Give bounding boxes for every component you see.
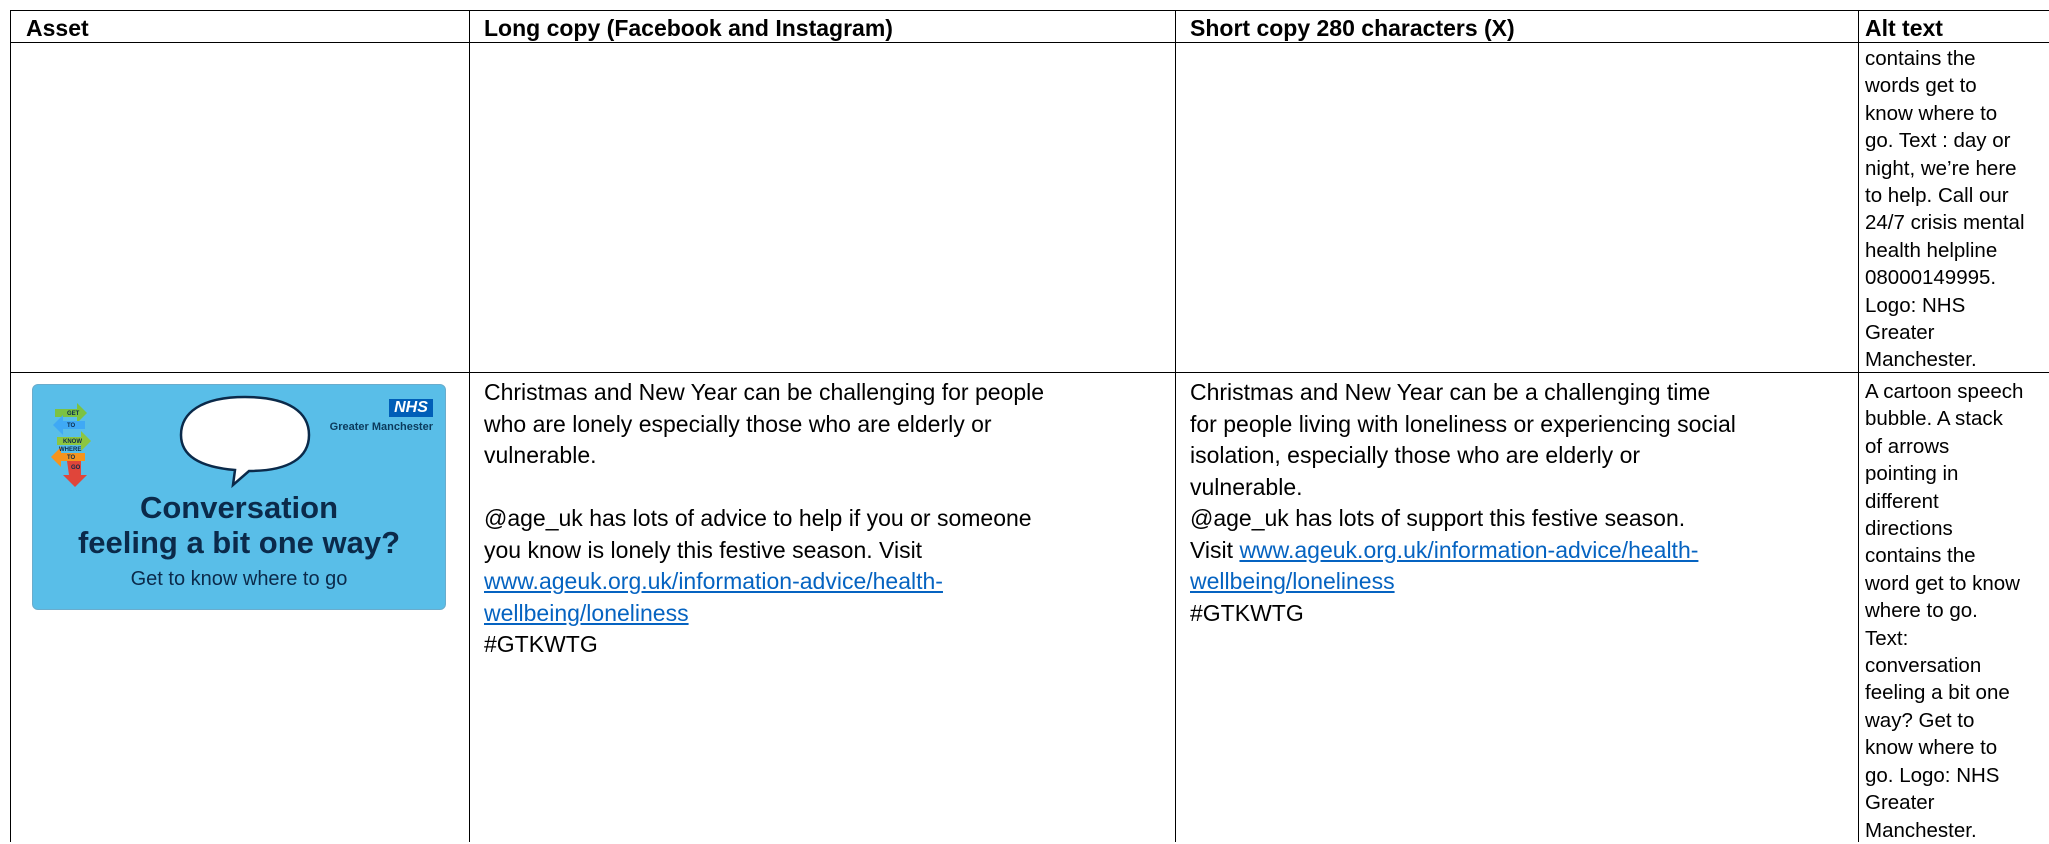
speech-bubble-icon: [179, 395, 311, 489]
arrow-word: TO: [67, 423, 76, 429]
alt-line: Greater: [1865, 791, 1935, 815]
copy-line: vulnerable.: [1190, 473, 1303, 500]
alt-line: know where to: [1865, 736, 1998, 760]
header-asset: Asset: [26, 15, 89, 41]
copy-line: @age_uk has lots of advice to help if yo…: [484, 505, 1032, 531]
nhs-logo: NHS: [389, 399, 433, 417]
arrow-word: WHERE: [59, 447, 81, 453]
arrow-word: GO: [71, 465, 81, 471]
alt-line: bubble. A stack: [1865, 407, 2003, 431]
alt-line: 08000149995.: [1865, 266, 1997, 290]
alt-line: way? Get to: [1865, 708, 1975, 732]
alt-line: different: [1865, 489, 1939, 513]
alt-line: health helpline: [1865, 238, 1998, 262]
alt-line: pointing in: [1865, 462, 1959, 486]
alt-line: feeling a bit one: [1865, 681, 2010, 705]
copy-line: Visit: [1190, 536, 1234, 563]
asset-headline: Conversation: [139, 490, 339, 525]
alt-line: 24/7 crisis mental: [1865, 211, 2025, 235]
alt-line: A cartoon speech: [1865, 380, 2024, 403]
asset-thumbnail: GET TO KNOW WHERE TO GO NHS Greater Manc…: [32, 384, 446, 610]
asset-headline: feeling a bit one way?: [77, 525, 401, 560]
header-bottom-border: [10, 42, 2049, 43]
copy-line: Christmas and New Year can be a challeng…: [1190, 379, 1711, 405]
table-left-border: [10, 10, 11, 842]
alt-line: Logo: NHS: [1865, 293, 1966, 317]
alt-line: Manchester.: [1865, 818, 1977, 842]
arrow-word: GET: [67, 411, 80, 417]
copy-line: @age_uk has lots of support this festive…: [1190, 505, 1686, 531]
alt-line: words get to: [1865, 74, 1977, 98]
alt-line: directions: [1865, 517, 1953, 541]
nhs-region-label: Greater Manchester: [329, 421, 433, 433]
copy-line: you know is lonely this festive season. …: [484, 536, 923, 563]
alt-line: Manchester.: [1865, 348, 1977, 372]
alt-line: go. Text : day or: [1865, 129, 2011, 153]
header-long-copy: Long copy (Facebook and Instagram): [484, 15, 893, 41]
direction-arrows-icon: GET TO KNOW WHERE TO GO: [51, 403, 91, 487]
alt-line: contains the: [1865, 47, 1976, 70]
alt-line: go. Logo: NHS: [1865, 763, 2000, 787]
alt-line: night, we’re here: [1865, 156, 2017, 180]
short-copy-cell: Christmas and New Year can be a challeng…: [1190, 377, 1852, 629]
ageuk-link[interactable]: wellbeing/loneliness: [1190, 568, 1395, 594]
ageuk-link[interactable]: www.ageuk.org.uk/information-advice/heal…: [484, 568, 943, 594]
copy-line: for people living with loneliness or exp…: [1190, 410, 1736, 437]
hashtag: #GTKWTG: [1190, 599, 1304, 626]
row1-alt-text: contains the words get to know where to …: [1865, 45, 2049, 374]
column-divider-1: [469, 10, 470, 842]
ageuk-link[interactable]: www.ageuk.org.uk/information-advice/heal…: [1239, 537, 1698, 563]
long-copy-cell: Christmas and New Year can be challengin…: [484, 377, 1169, 661]
alt-line: conversation: [1865, 654, 1982, 678]
copy-line: isolation, especially those who are elde…: [1190, 442, 1641, 468]
alt-line: to help. Call our: [1865, 184, 2009, 208]
copy-line: vulnerable.: [484, 442, 597, 468]
copy-line: who are lonely especially those who are …: [484, 410, 992, 437]
alt-line: know where to: [1865, 101, 1998, 125]
asset-tagline: Get to know where to go: [130, 568, 348, 590]
alt-line: of arrows: [1865, 434, 1950, 458]
header-short-copy: Short copy 280 characters (X): [1190, 15, 1515, 41]
column-divider-3: [1858, 10, 1859, 842]
alt-line: word get to know: [1865, 571, 2020, 595]
row2-alt-text: A cartoon speech bubble. A stack of arro…: [1865, 378, 2049, 844]
arrow-word: KNOW: [63, 439, 82, 445]
copy-line: Christmas and New Year can be challengin…: [484, 379, 1045, 405]
alt-line: contains the: [1865, 544, 1976, 568]
alt-line: Greater: [1865, 321, 1935, 345]
table-top-border: [10, 10, 2049, 11]
row-divider: [10, 372, 2049, 373]
header-alt-text: Alt text: [1865, 15, 1943, 41]
hashtag: #GTKWTG: [484, 631, 598, 657]
ageuk-link[interactable]: wellbeing/loneliness: [484, 600, 689, 626]
alt-line: where to go.: [1865, 599, 1978, 623]
column-divider-2: [1175, 10, 1176, 842]
arrow-word: TO: [67, 455, 76, 461]
alt-line: Text:: [1865, 626, 1909, 650]
